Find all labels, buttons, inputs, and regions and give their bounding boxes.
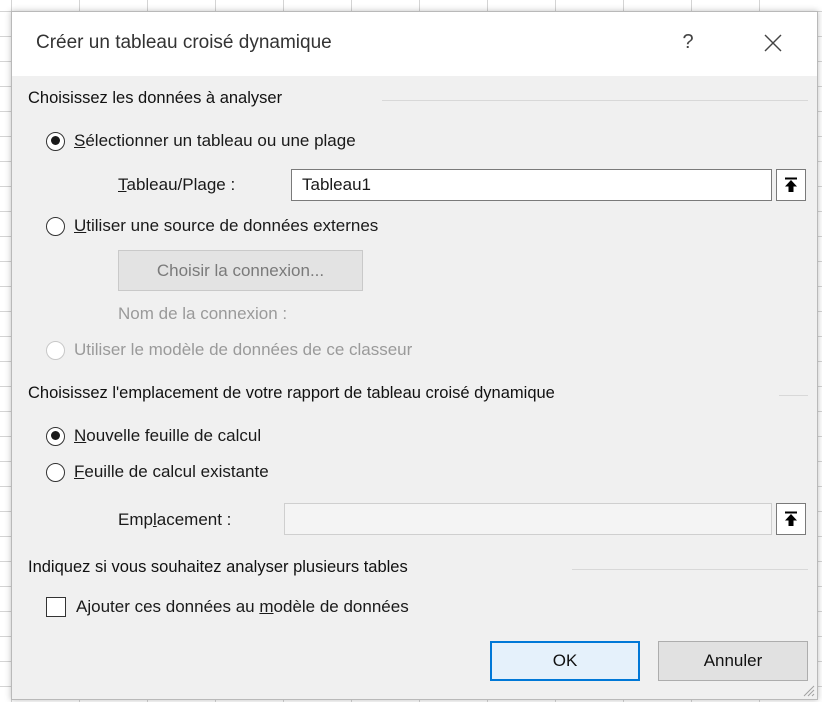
section-multiple-tables-title: Indiquez si vous souhaitez analyser plus… (28, 558, 408, 576)
radio-select-range[interactable]: Sélectionner un tableau ou une plage (46, 131, 356, 151)
radio-new-sheet[interactable]: Nouvelle feuille de calcul (46, 426, 261, 446)
radio-button[interactable] (46, 462, 65, 482)
section-divider (779, 395, 808, 396)
connection-name-label: Nom de la connexion : (118, 304, 288, 323)
collapse-dialog-icon (785, 511, 797, 526)
checkbox-box[interactable] (46, 597, 66, 617)
title-bar: Créer un tableau croisé dynamique ? (12, 12, 817, 76)
help-button[interactable]: ? (674, 26, 702, 58)
cancel-button[interactable]: Annuler (658, 641, 808, 681)
section-location-title: Choisissez l'emplacement de votre rappor… (28, 384, 555, 402)
close-icon (764, 34, 782, 52)
ok-button[interactable]: OK (490, 641, 640, 681)
resize-grip-icon[interactable] (801, 683, 815, 697)
close-button[interactable] (758, 28, 788, 58)
location-collapse-button[interactable] (776, 503, 806, 535)
section-divider (382, 100, 808, 101)
radio-label: Utiliser une source de données externes (74, 216, 379, 235)
pivot-table-dialog: Créer un tableau croisé dynamique ? Choi… (11, 11, 818, 700)
range-collapse-button[interactable] (776, 169, 806, 201)
radio-label: Utiliser le modèle de données de ce clas… (74, 340, 413, 359)
dialog-title: Créer un tableau croisé dynamique (36, 32, 332, 53)
radio-button[interactable] (46, 426, 65, 446)
radio-existing-sheet[interactable]: Feuille de calcul existante (46, 462, 269, 482)
radio-data-model[interactable]: Utiliser le modèle de données de ce clas… (46, 340, 412, 360)
location-field-label: Emplacement : (118, 510, 232, 529)
radio-label: Nouvelle feuille de calcul (74, 426, 262, 445)
choose-connection-button[interactable]: Choisir la connexion... (118, 250, 363, 291)
checkbox-label: Ajouter ces données au modèle de données (76, 597, 409, 616)
range-field-label: Tableau/Plage : (118, 175, 236, 194)
location-input[interactable] (284, 503, 772, 535)
radio-button[interactable] (46, 131, 65, 151)
radio-label: Feuille de calcul existante (74, 462, 269, 481)
section-data-source-title: Choisissez les données à analyser (28, 89, 283, 107)
range-input[interactable]: Tableau1 (291, 169, 772, 201)
section-divider (572, 569, 808, 570)
radio-label: Sélectionner un tableau ou une plage (74, 131, 356, 150)
collapse-dialog-icon (785, 177, 797, 192)
radio-button[interactable] (46, 340, 65, 360)
add-to-data-model-checkbox[interactable]: Ajouter ces données au modèle de données (46, 597, 409, 617)
radio-external-source[interactable]: Utiliser une source de données externes (46, 216, 378, 236)
radio-button[interactable] (46, 216, 65, 236)
